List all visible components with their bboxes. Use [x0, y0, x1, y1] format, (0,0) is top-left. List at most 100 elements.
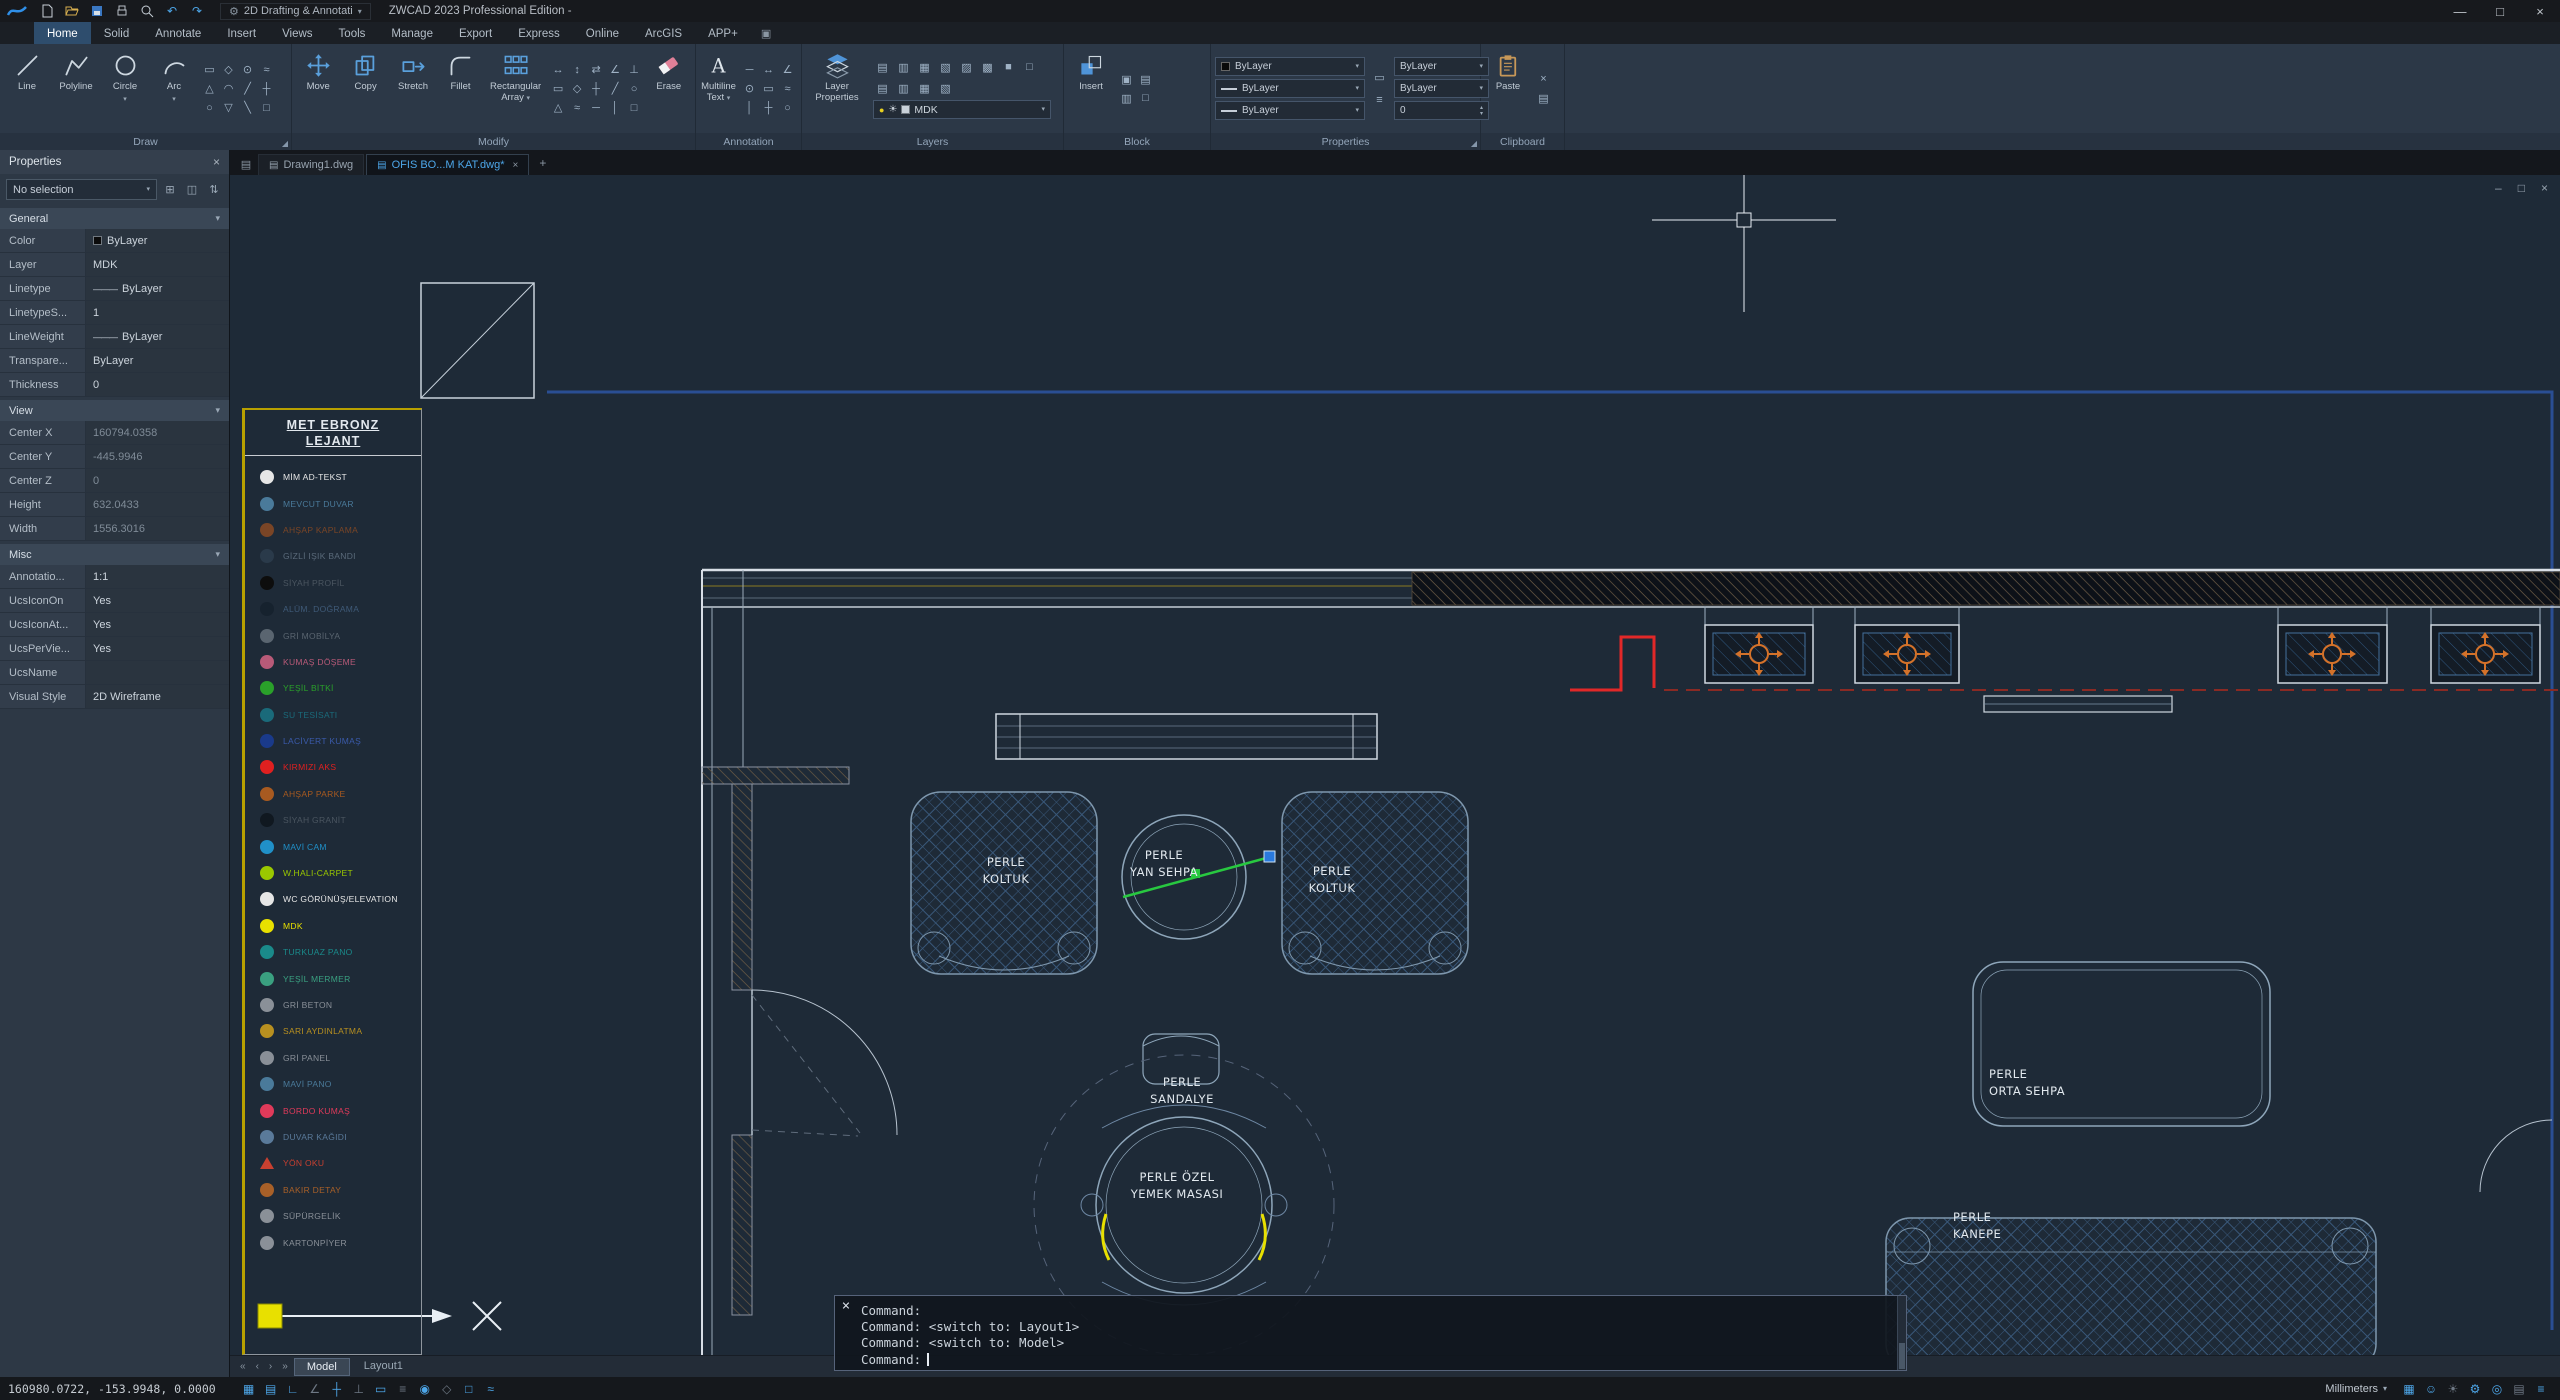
close-button[interactable]: ×	[2520, 0, 2560, 22]
panel-label-properties[interactable]: Properties ◢	[1211, 133, 1480, 150]
redo-icon[interactable]: ↷	[186, 2, 208, 20]
user-profile-icon[interactable]: ☺	[2420, 1382, 2442, 1396]
layer-tool-icon[interactable]: ■	[999, 58, 1018, 76]
layer-tool-icon[interactable]: ▧	[936, 79, 955, 97]
tool-icon[interactable]: ▤	[1136, 70, 1155, 88]
property-row[interactable]: LineWeight———ByLayer	[0, 325, 229, 349]
command-list-icon[interactable]: ≡	[2530, 1382, 2552, 1396]
last-layout-icon[interactable]: »	[278, 1361, 292, 1372]
linetype-select[interactable]: ByLayer ▾	[1215, 79, 1365, 98]
property-row[interactable]: Center X160794.0358	[0, 421, 229, 445]
doc-close-icon[interactable]: ×	[2541, 181, 2548, 195]
properties-list-icon[interactable]: ≡	[1370, 91, 1389, 109]
property-row[interactable]: Visual Style2D Wireframe	[0, 685, 229, 709]
polyline-button[interactable]: Polyline	[53, 47, 99, 130]
object-snap-icon[interactable]: ┼	[326, 1382, 348, 1396]
layer-tool-icon[interactable]: ▩	[978, 58, 997, 76]
doc-restore-icon[interactable]: □	[2518, 181, 2525, 195]
tool-icon[interactable]: ∠	[778, 61, 797, 79]
menu-tab-tools[interactable]: Tools	[326, 22, 379, 44]
workspace-panel-icon[interactable]: ▤	[2508, 1382, 2530, 1396]
lineweight-display-icon[interactable]: ≡	[392, 1382, 414, 1396]
move-button[interactable]: Move	[296, 47, 340, 130]
document-tab[interactable]: ▤OFIS BO...M KAT.dwg*×	[366, 154, 529, 175]
plot-icon[interactable]	[111, 2, 133, 20]
tool-icon[interactable]: △	[549, 99, 568, 117]
tool-icon[interactable]: ⇄	[587, 61, 606, 79]
undo-icon[interactable]: ↶	[161, 2, 183, 20]
color-select[interactable]: ByLayer ▾	[1215, 57, 1365, 76]
tool-icon[interactable]: ╱	[606, 80, 625, 98]
open-file-icon[interactable]	[61, 2, 83, 20]
prev-layout-icon[interactable]: ‹	[252, 1361, 263, 1372]
tool-icon[interactable]: ≈	[257, 61, 276, 79]
selection-dropdown[interactable]: No selection ▾	[6, 179, 157, 200]
tool-icon[interactable]: ▽	[219, 99, 238, 117]
tab-list-icon[interactable]: ▤	[237, 158, 255, 175]
tool-icon[interactable]: ○	[778, 99, 797, 117]
toggle-pickadd-icon[interactable]: ⇅	[205, 181, 223, 199]
menu-tab-views[interactable]: Views	[269, 22, 325, 44]
layer-tool-icon[interactable]: □	[1020, 58, 1039, 76]
panel-launcher-icon[interactable]: ◢	[1471, 139, 1477, 148]
menu-tab-insert[interactable]: Insert	[214, 22, 269, 44]
panel-label-clipboard[interactable]: Clipboard	[1481, 133, 1564, 150]
ribbon-display-toggle-icon[interactable]: ▣	[751, 22, 781, 44]
tool-icon[interactable]: ∠	[606, 61, 625, 79]
palette-section-general[interactable]: General▾	[0, 208, 229, 229]
property-row[interactable]: UcsName	[0, 661, 229, 685]
tool-icon[interactable]: ⊙	[740, 80, 759, 98]
paste-button[interactable]: Paste	[1485, 47, 1531, 130]
palette-header[interactable]: Properties ×	[0, 150, 229, 174]
property-row[interactable]: ColorByLayer	[0, 229, 229, 253]
layer-tool-icon[interactable]: ▦	[915, 58, 934, 76]
new-drawing-button[interactable]: +	[532, 156, 553, 175]
thickness-input[interactable]: 0 ▴▾	[1394, 101, 1489, 120]
property-row[interactable]: Linetype———ByLayer	[0, 277, 229, 301]
annotation-monitor-icon[interactable]: □	[458, 1382, 480, 1396]
tool-icon[interactable]: ─	[740, 61, 759, 79]
layer-select[interactable]: ● ☀ MDK ▾	[873, 100, 1051, 119]
tool-icon[interactable]: □	[257, 99, 276, 117]
hardware-acceleration-icon[interactable]: ≈	[480, 1382, 502, 1396]
tool-icon[interactable]: ▣	[1117, 70, 1136, 88]
property-row[interactable]: Center Z0	[0, 469, 229, 493]
panel-launcher-icon[interactable]: ◢	[282, 139, 288, 148]
stretch-button[interactable]: Stretch	[391, 47, 435, 130]
dynamic-input-icon[interactable]: ▭	[370, 1382, 392, 1396]
layer-tool-icon[interactable]: ▦	[915, 79, 934, 97]
units-dropdown[interactable]: Millimeters ▾	[2317, 1383, 2395, 1395]
grid-toggle-icon[interactable]: ▦	[2398, 1382, 2420, 1396]
property-row[interactable]: UcsIconAt...Yes	[0, 613, 229, 637]
save-icon[interactable]	[86, 2, 108, 20]
tool-icon[interactable]: ○	[625, 80, 644, 98]
palette-section-view[interactable]: View▾	[0, 400, 229, 421]
tool-icon[interactable]: ▭	[759, 80, 778, 98]
rectangular-array-button[interactable]: RectangularArray ▾	[486, 47, 546, 130]
transparency-icon[interactable]: ◉	[414, 1382, 436, 1396]
property-row[interactable]: UcsPerVie...Yes	[0, 637, 229, 661]
selection-cycling-icon[interactable]: ◇	[436, 1382, 458, 1396]
polar-tracking-icon[interactable]: ∠	[304, 1382, 326, 1396]
insert-button[interactable]: Insert	[1068, 47, 1114, 130]
panel-label-annotation[interactable]: Annotation	[696, 133, 801, 150]
clean-screen-icon[interactable]: ◎	[2486, 1382, 2508, 1396]
menu-tab-home[interactable]: Home	[34, 22, 91, 44]
panel-label-block[interactable]: Block	[1064, 133, 1210, 150]
arc-button[interactable]: Arc ▾	[151, 47, 197, 130]
document-tab[interactable]: ▤Drawing1.dwg	[258, 154, 364, 175]
menu-tab-annotate[interactable]: Annotate	[142, 22, 214, 44]
layer-tool-icon[interactable]: ▧	[936, 58, 955, 76]
match-properties-icon[interactable]: ▭	[1370, 69, 1389, 87]
plot-preview-icon[interactable]	[136, 2, 158, 20]
menu-tab-export[interactable]: Export	[446, 22, 505, 44]
property-row[interactable]: Annotatio...1:1	[0, 565, 229, 589]
tool-icon[interactable]: ≈	[568, 99, 587, 117]
tool-icon[interactable]: □	[625, 99, 644, 117]
layer-tool-icon[interactable]: ▤	[873, 79, 892, 97]
menu-tab-arcgis[interactable]: ArcGIS	[632, 22, 695, 44]
property-row[interactable]: Center Y-445.9946	[0, 445, 229, 469]
layer-properties-button[interactable]: LayerProperties	[806, 47, 868, 130]
plot-style-select[interactable]: ByLayer ▾	[1394, 57, 1489, 76]
tool-icon[interactable]: ↔	[759, 61, 778, 79]
